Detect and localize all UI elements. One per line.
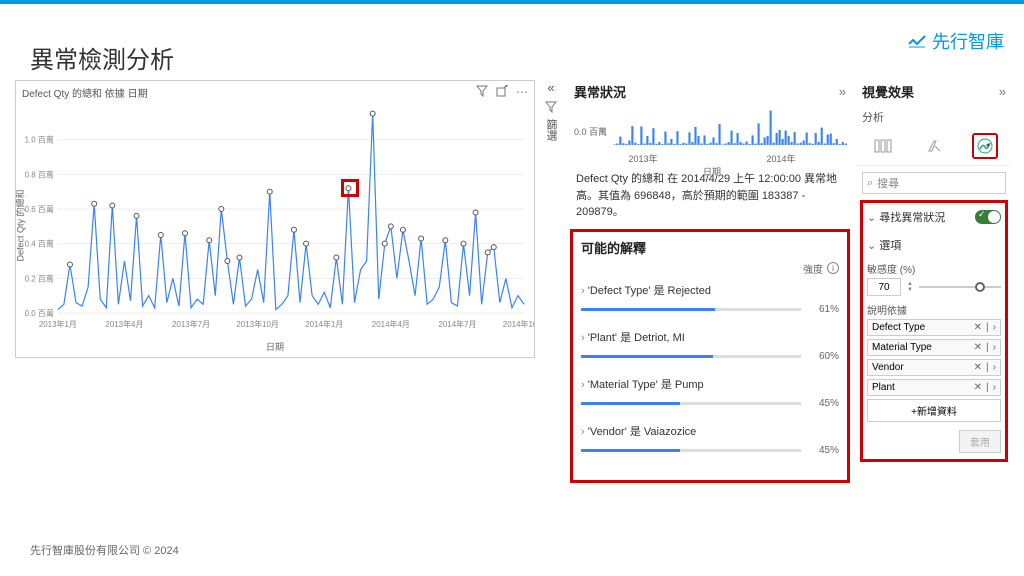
main-chart-panel: Defect Qty 的總和 依據 日期 ⋯ 0.0 百萬 0.2 百萬 0.4 百… [15,80,535,358]
strength-percent: 60% [809,351,839,362]
visual-panel-expand-icon[interactable]: » [999,84,1006,99]
visual-panel-title: 視覺效果 [862,82,914,101]
explanations-title: 可能的解釋 [581,238,839,257]
visualizations-panel: 視覺效果 » 分析 ⌕ 搜尋 尋找異常狀況 選項 敏感度 (%) 70 ▲▼ 說… [858,80,1010,520]
filter-icon[interactable] [476,85,488,100]
chart-x-axis-label: 日期 [266,340,284,353]
filters-pane-collapsed[interactable]: « 篩選 [540,80,562,141]
field-chip-label: Plant [872,382,895,393]
format-tab-icon[interactable] [921,133,947,159]
svg-text:2014年1月: 2014年1月 [305,319,343,329]
explanation-item[interactable]: 'Material Type' 是 Pump 45% [581,376,839,409]
fields-tab-icon[interactable] [870,133,896,159]
analysis-icon-row [858,129,1010,166]
svg-text:2013年4月: 2013年4月 [105,319,143,329]
svg-text:0.0 百萬: 0.0 百萬 [25,308,54,318]
search-input[interactable]: ⌕ 搜尋 [862,172,1006,194]
sensitivity-stepper[interactable]: ▲▼ [907,281,913,293]
strength-bar [581,402,801,405]
remove-field-icon[interactable]: ✕ [974,382,982,393]
strength-bar [581,449,801,452]
brand-text: 先行智庫 [932,28,1004,54]
svg-text:1.0 百萬: 1.0 百萬 [25,135,54,145]
chart-title: Defect Qty 的總和 依據 日期 [22,85,148,100]
explain-by-field-chip[interactable]: Defect Type✕|› [867,319,1001,336]
strength-bar [581,308,801,311]
field-chip-label: Defect Type [872,322,925,333]
svg-text:2013年10月: 2013年10月 [236,319,278,329]
mini-xtick: 2013年 [628,152,657,165]
mini-xlabel: 日期 [574,165,850,178]
field-chip-label: Material Type [872,342,932,353]
svg-text:2013年7月: 2013年7月 [172,319,210,329]
strength-percent: 61% [809,304,839,315]
more-options-icon[interactable]: ⋯ [516,85,528,100]
sensitivity-slider[interactable] [919,280,1001,294]
svg-text:0.8 百萬: 0.8 百萬 [25,169,54,179]
find-anomalies-toggle[interactable] [975,210,1001,224]
explanation-item[interactable]: 'Defect Type' 是 Rejected 61% [581,282,839,315]
anomaly-highlight-box [341,179,359,197]
mini-xtick: 2014年 [766,152,795,165]
chart-plot-area[interactable]: 0.0 百萬 0.2 百萬 0.4 百萬 0.6 百萬 0.8 百萬 1.0 百萬 2013… [16,101,534,339]
explanation-label[interactable]: 'Material Type' 是 Pump [581,376,839,392]
search-placeholder: 搜尋 [877,175,899,191]
page-title: 異常檢測分析 [30,40,174,75]
add-field-button[interactable]: +新增資料 [867,399,1001,422]
anomaly-options-box: 尋找異常狀況 選項 敏感度 (%) 70 ▲▼ 說明依據 Defect Type… [860,200,1008,462]
strength-percent: 45% [809,398,839,409]
explanation-label[interactable]: 'Plant' 是 Detriot, MI [581,329,839,345]
remove-field-icon[interactable]: ✕ [974,322,982,333]
footer-copyright: 先行智庫股份有限公司 © 2024 [30,542,179,558]
svg-text:0.2 百萬: 0.2 百萬 [25,273,54,283]
anomaly-panel-expand-icon[interactable]: » [839,84,846,99]
find-anomalies-label[interactable]: 尋找異常狀況 [867,209,945,225]
explanation-label[interactable]: 'Defect Type' 是 Rejected [581,282,839,298]
strength-bar [581,355,801,358]
brand-logo: 先行智庫 [908,28,1004,54]
anomaly-panel-title: 異常狀況 [574,82,626,101]
svg-text:0.4 百萬: 0.4 百萬 [25,239,54,249]
remove-field-icon[interactable]: ✕ [974,342,982,353]
options-section-label[interactable]: 選項 [867,237,901,253]
collapse-icon[interactable]: « [547,80,554,95]
svg-text:2014年10月: 2014年10月 [503,319,534,329]
chart-y-axis-label: Defect Qty 的總和 [14,189,27,261]
apply-button[interactable]: 套用 [959,430,1001,453]
svg-text:2014年4月: 2014年4月 [372,319,410,329]
remove-field-icon[interactable]: ✕ [974,362,982,373]
anomaly-panel: 異常狀況 » 0.0 百萬 2013年 2014年 日期 Defect Qty … [570,80,850,520]
svg-text:2013年1月: 2013年1月 [39,319,77,329]
field-menu-icon[interactable]: › [993,362,996,373]
mini-chart-ylabel: 0.0 百萬 [574,125,607,138]
explain-by-field-chip[interactable]: Plant✕|› [867,379,1001,396]
field-menu-icon[interactable]: › [993,382,996,393]
top-accent-bar [0,0,1024,4]
field-menu-icon[interactable]: › [993,342,996,353]
filter-pane-label: 篩選 [543,119,559,141]
explain-by-label: 說明依據 [867,302,1001,317]
anomaly-mini-chart[interactable]: 0.0 百萬 2013年 2014年 日期 [574,107,850,165]
strength-label: 強度 [803,261,823,276]
focus-mode-icon[interactable] [496,85,508,100]
explanation-item[interactable]: 'Plant' 是 Detriot, MI 60% [581,329,839,362]
explanation-item[interactable]: 'Vendor' 是 Vaiazozice 45% [581,423,839,456]
filter-pane-icon [545,101,557,113]
chart-toolbar: ⋯ [476,85,528,100]
sensitivity-label: 敏感度 (%) [867,261,1001,276]
svg-text:0.6 百萬: 0.6 百萬 [25,204,54,214]
svg-text:2014年7月: 2014年7月 [438,319,476,329]
explain-by-field-chip[interactable]: Vendor✕|› [867,359,1001,376]
explanations-box: 可能的解釋 強度 i 'Defect Type' 是 Rejected 61% 'P… [570,229,850,483]
search-icon: ⌕ [867,177,873,190]
analytics-tab-icon[interactable] [972,133,998,159]
strength-percent: 45% [809,445,839,456]
field-menu-icon[interactable]: › [993,322,996,333]
explanation-label[interactable]: 'Vendor' 是 Vaiazozice [581,423,839,439]
field-chip-label: Vendor [872,362,904,373]
visual-panel-subtab[interactable]: 分析 [858,107,1010,129]
info-icon[interactable]: i [827,262,839,274]
explain-by-field-chip[interactable]: Material Type✕|› [867,339,1001,356]
sensitivity-input[interactable]: 70 [867,278,901,296]
